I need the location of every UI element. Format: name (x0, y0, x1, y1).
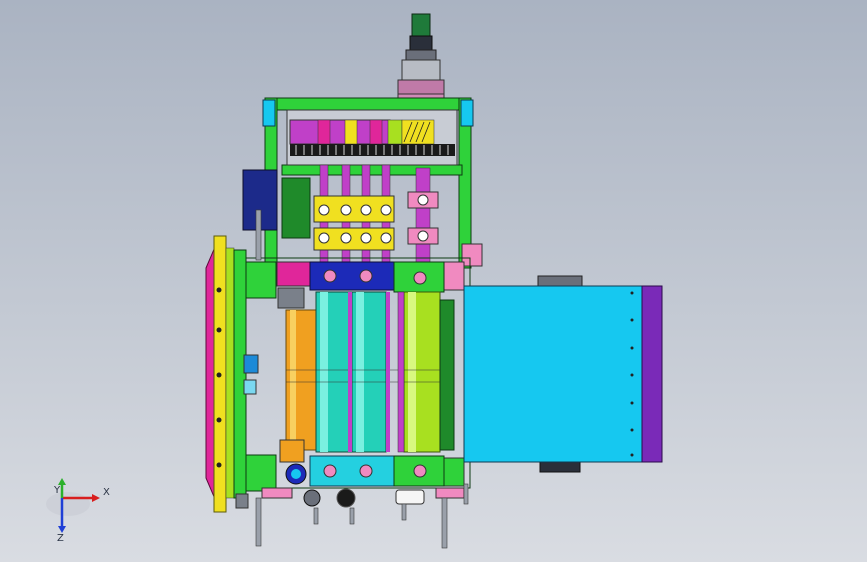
bottom-beam[interactable] (309, 455, 395, 487)
y-axis-label: Y (54, 485, 61, 496)
roller-set[interactable] (285, 291, 455, 453)
right-bracket[interactable] (461, 243, 483, 267)
z-axis-label: Z (57, 533, 64, 544)
coordinate-triad: X Y Z (40, 478, 120, 548)
cad-viewport[interactable]: X Y Z (0, 0, 867, 562)
universal-joint-shafts[interactable] (313, 164, 439, 269)
dark-green-plate (281, 177, 311, 239)
roller-assembly-model[interactable] (0, 0, 867, 562)
cyan-hood[interactable] (463, 275, 663, 473)
top-beam[interactable] (309, 261, 395, 291)
x-axis-label: X (103, 487, 110, 498)
gearbox[interactable] (286, 109, 458, 166)
